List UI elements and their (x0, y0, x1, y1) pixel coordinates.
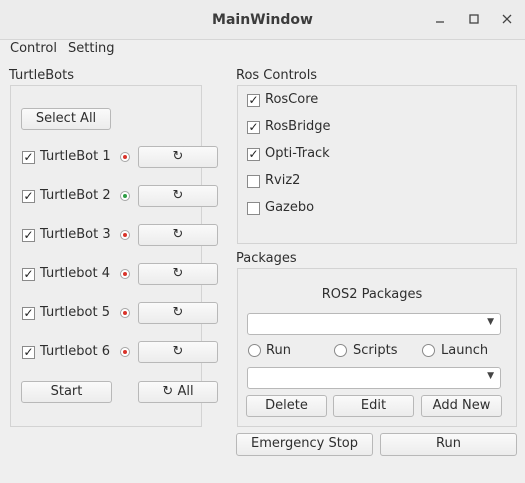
turtlebot-checkbox[interactable]: ✓ (22, 190, 35, 203)
turtlebot-checkbox[interactable]: ✓ (22, 151, 35, 164)
refresh-button[interactable]: ↻ (138, 224, 218, 246)
title-bar: MainWindow (0, 0, 525, 40)
ros-control-checkbox[interactable] (247, 202, 260, 215)
ros-control-label: Gazebo (265, 200, 315, 215)
status-led-icon (120, 308, 130, 318)
menu-control[interactable]: Control (10, 41, 57, 56)
edit-button[interactable]: Edit (333, 395, 414, 417)
ros-control-checkbox[interactable]: ✓ (247, 94, 260, 107)
packages-label: Packages (236, 251, 297, 266)
maximize-icon[interactable] (465, 10, 483, 28)
turtlebots-group (10, 85, 202, 427)
radio-run[interactable] (248, 344, 261, 357)
radio-launch-label: Launch (441, 343, 489, 358)
packages-heading: ROS2 Packages (321, 287, 423, 302)
refresh-button[interactable]: ↻ (138, 263, 218, 285)
status-led-icon (120, 191, 130, 201)
refresh-button[interactable]: ↻ (138, 302, 218, 324)
ros-control-label: RosBridge (265, 119, 331, 134)
turtlebot-checkbox[interactable]: ✓ (22, 229, 35, 242)
chevron-down-icon: ▼ (487, 317, 494, 327)
refresh-button[interactable]: ↻ (138, 185, 218, 207)
radio-run-label: Run (266, 343, 291, 358)
turtlebot-label: TurtleBot 3 (40, 227, 111, 242)
select-all-button[interactable]: Select All (21, 108, 111, 130)
radio-scripts[interactable] (334, 344, 347, 357)
turtlebot-label: Turtlebot 5 (40, 305, 110, 320)
status-led-icon (120, 347, 130, 357)
ros-control-label: RosCore (265, 92, 319, 107)
menu-setting[interactable]: Setting (68, 41, 115, 56)
turtlebot-label: TurtleBot 2 (40, 188, 111, 203)
ros-controls-group (237, 85, 517, 244)
status-led-icon (120, 269, 130, 279)
ros-controls-label: Ros Controls (236, 68, 318, 83)
emergency-stop-button[interactable]: Emergency Stop (236, 433, 373, 456)
chevron-down-icon: ▼ (487, 371, 494, 381)
refresh-all-button[interactable]: ↻ All (138, 381, 218, 403)
status-led-icon (120, 230, 130, 240)
close-icon[interactable] (498, 10, 516, 28)
menu-bar: Control Setting (0, 40, 525, 58)
turtlebot-label: Turtlebot 4 (40, 266, 110, 281)
refresh-button[interactable]: ↻ (138, 146, 218, 168)
status-led-icon (120, 152, 130, 162)
package-select[interactable]: ▼ (247, 313, 501, 335)
turtlebot-checkbox[interactable]: ✓ (22, 268, 35, 281)
radio-launch[interactable] (422, 344, 435, 357)
turtlebot-label: TurtleBot 1 (40, 149, 111, 164)
radio-scripts-label: Scripts (353, 343, 398, 358)
start-button[interactable]: Start (21, 381, 112, 403)
minimize-icon[interactable] (431, 10, 449, 28)
launch-file-select[interactable]: ▼ (247, 367, 501, 389)
turtlebot-checkbox[interactable]: ✓ (22, 307, 35, 320)
ros-control-label: Opti-Track (265, 146, 330, 161)
ros-control-checkbox[interactable]: ✓ (247, 121, 260, 134)
add-new-button[interactable]: Add New (421, 395, 502, 417)
turtlebot-checkbox[interactable]: ✓ (22, 346, 35, 359)
refresh-button[interactable]: ↻ (138, 341, 218, 363)
turtlebot-label: Turtlebot 6 (40, 344, 110, 359)
ros-control-checkbox[interactable]: ✓ (247, 148, 260, 161)
delete-button[interactable]: Delete (246, 395, 327, 417)
run-button[interactable]: Run (380, 433, 517, 456)
ros-control-checkbox[interactable] (247, 175, 260, 188)
ros-control-label: Rviz2 (265, 173, 301, 188)
turtlebots-label: TurtleBots (9, 68, 74, 83)
